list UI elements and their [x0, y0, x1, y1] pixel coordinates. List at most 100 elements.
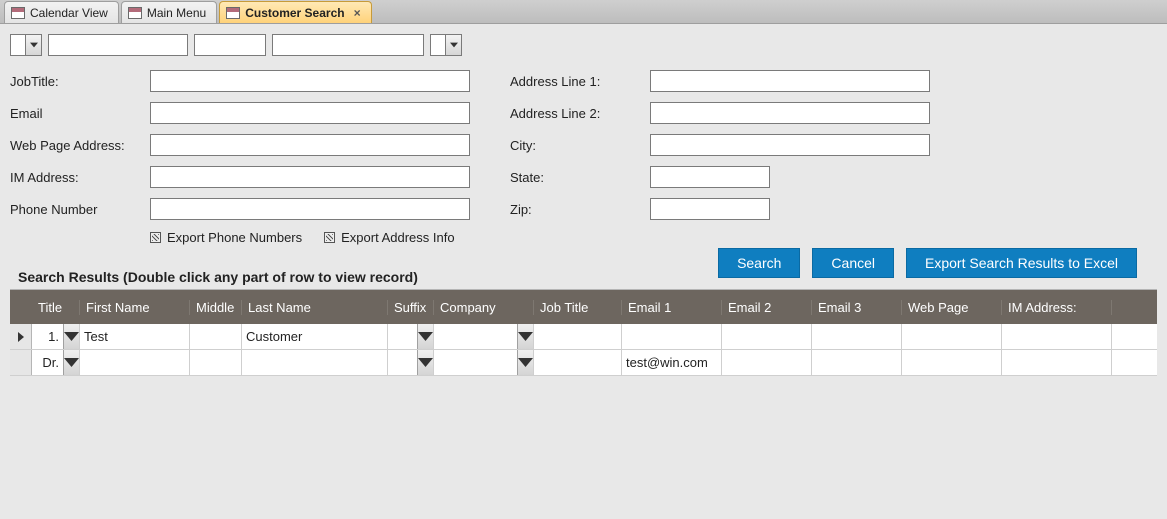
state-label: State: [510, 170, 650, 185]
chevron-down-icon[interactable] [25, 35, 41, 55]
cell-first-name[interactable] [80, 350, 190, 375]
col-web-page[interactable]: Web Page [902, 300, 1002, 315]
cell-first-name[interactable]: Test [80, 324, 190, 349]
cell-company[interactable] [434, 324, 534, 349]
grid-empty-area [10, 376, 1157, 486]
cancel-button[interactable]: Cancel [812, 248, 894, 278]
chevron-down-icon[interactable] [417, 324, 433, 349]
search-button[interactable]: Search [718, 248, 800, 278]
job-title-label: JobTitle: [10, 74, 150, 89]
cell-email3[interactable] [812, 324, 902, 349]
im-address-input[interactable] [150, 166, 470, 188]
top-filter-row [10, 34, 1157, 56]
title-combo[interactable] [10, 34, 42, 56]
cell-last-name[interactable]: Customer [242, 324, 388, 349]
chevron-down-icon[interactable] [63, 350, 79, 375]
left-column: JobTitle: Email Web Page Address: IM Add… [10, 70, 470, 245]
col-email3[interactable]: Email 3 [812, 300, 902, 315]
web-page-input[interactable] [150, 134, 470, 156]
address2-label: Address Line 2: [510, 106, 650, 121]
chevron-down-icon[interactable] [517, 324, 533, 349]
phone-input[interactable] [150, 198, 470, 220]
suffix-combo[interactable] [430, 34, 462, 56]
cell-email1[interactable]: test@win.com [622, 350, 722, 375]
form-icon [226, 7, 240, 19]
cell-email2[interactable] [722, 324, 812, 349]
export-address-label: Export Address Info [341, 230, 454, 245]
middle-input[interactable] [194, 34, 266, 56]
state-input[interactable] [650, 166, 770, 188]
email-label: Email [10, 106, 150, 121]
city-input[interactable] [650, 134, 930, 156]
cell-suffix[interactable] [388, 324, 434, 349]
address1-label: Address Line 1: [510, 74, 650, 89]
close-icon[interactable]: × [354, 7, 361, 19]
email-input[interactable] [150, 102, 470, 124]
tab-label: Calendar View [30, 6, 108, 20]
row-selector[interactable] [10, 350, 32, 375]
cell-email2[interactable] [722, 350, 812, 375]
cell-job-title[interactable] [534, 324, 622, 349]
row-selector[interactable] [10, 324, 32, 349]
job-title-input[interactable] [150, 70, 470, 92]
cell-middle[interactable] [190, 324, 242, 349]
city-label: City: [510, 138, 650, 153]
tab-customer-search[interactable]: Customer Search × [219, 1, 371, 23]
col-suffix[interactable]: Suffix [388, 300, 434, 315]
address2-input[interactable] [650, 102, 930, 124]
cell-email3[interactable] [812, 350, 902, 375]
tab-label: Customer Search [245, 6, 344, 20]
cell-title[interactable]: Dr. [32, 350, 80, 375]
app-window: Calendar View Main Menu Customer Search … [0, 0, 1167, 519]
col-email2[interactable]: Email 2 [722, 300, 812, 315]
cell-im-address[interactable] [1002, 350, 1112, 375]
cell-im-address[interactable] [1002, 324, 1112, 349]
export-address-checkbox[interactable]: Export Address Info [324, 230, 454, 245]
form-icon [128, 7, 142, 19]
cell-title[interactable]: 1. [32, 324, 80, 349]
zip-label: Zip: [510, 202, 650, 217]
zip-input[interactable] [650, 198, 770, 220]
table-row[interactable]: Dr. test@win.com [10, 350, 1157, 376]
chevron-down-icon[interactable] [445, 35, 461, 55]
checkbox-icon [324, 232, 335, 243]
col-company[interactable]: Company [434, 300, 534, 315]
web-page-label: Web Page Address: [10, 138, 150, 153]
tab-calendar-view[interactable]: Calendar View [4, 1, 119, 23]
chevron-down-icon[interactable] [63, 324, 79, 349]
cell-web-page[interactable] [902, 350, 1002, 375]
checkbox-icon [150, 232, 161, 243]
address1-input[interactable] [650, 70, 930, 92]
last-name-input[interactable] [272, 34, 424, 56]
chevron-down-icon[interactable] [517, 350, 533, 375]
table-row[interactable]: 1.Test Customer [10, 324, 1157, 350]
cell-last-name[interactable] [242, 350, 388, 375]
col-im-address[interactable]: IM Address: [1002, 300, 1112, 315]
right-column: Address Line 1: Address Line 2: City: St… [510, 70, 930, 245]
button-row: Search Cancel Export Search Results to E… [718, 248, 1137, 278]
cell-web-page[interactable] [902, 324, 1002, 349]
col-title[interactable]: Title [32, 300, 80, 315]
col-middle[interactable]: Middle [190, 300, 242, 315]
tab-main-menu[interactable]: Main Menu [121, 1, 217, 23]
tab-label: Main Menu [147, 6, 206, 20]
cell-email1[interactable] [622, 324, 722, 349]
form-icon [11, 7, 25, 19]
grid-header: Title First Name Middle Last Name Suffix… [10, 290, 1157, 324]
col-job-title[interactable]: Job Title [534, 300, 622, 315]
col-email1[interactable]: Email 1 [622, 300, 722, 315]
col-first-name[interactable]: First Name [80, 300, 190, 315]
export-phone-checkbox[interactable]: Export Phone Numbers [150, 230, 302, 245]
first-name-input[interactable] [48, 34, 188, 56]
im-address-label: IM Address: [10, 170, 150, 185]
cell-middle[interactable] [190, 350, 242, 375]
grid-body: 1.Test Customer Dr. test@win.com [10, 324, 1157, 376]
cell-suffix[interactable] [388, 350, 434, 375]
cell-job-title[interactable] [534, 350, 622, 375]
col-last-name[interactable]: Last Name [242, 300, 388, 315]
search-form: JobTitle: Email Web Page Address: IM Add… [0, 24, 1167, 494]
export-excel-button[interactable]: Export Search Results to Excel [906, 248, 1137, 278]
results-grid: Title First Name Middle Last Name Suffix… [10, 289, 1157, 486]
cell-company[interactable] [434, 350, 534, 375]
chevron-down-icon[interactable] [417, 350, 433, 375]
